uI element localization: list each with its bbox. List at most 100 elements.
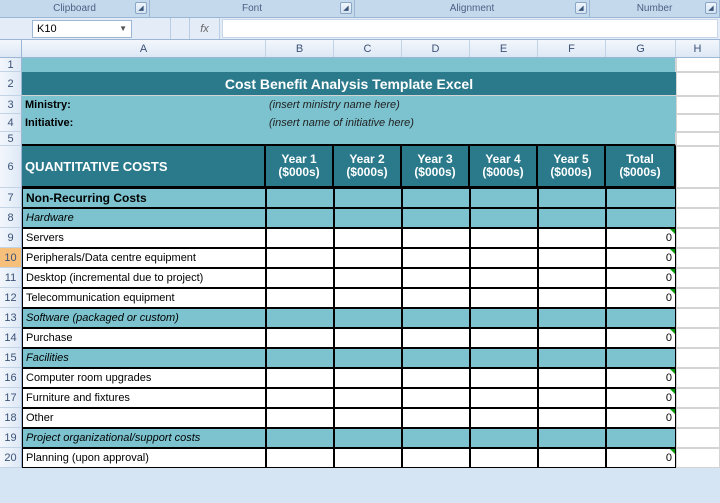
cell[interactable] bbox=[402, 448, 470, 468]
cell[interactable] bbox=[538, 388, 606, 408]
cell[interactable] bbox=[334, 268, 402, 288]
cell[interactable] bbox=[470, 288, 538, 308]
cell[interactable] bbox=[334, 208, 402, 228]
ministry-label[interactable]: Ministry: bbox=[22, 96, 266, 114]
cell[interactable] bbox=[676, 328, 720, 348]
cell[interactable] bbox=[538, 228, 606, 248]
row-header[interactable]: 1 bbox=[0, 58, 22, 72]
col-header-B[interactable]: B bbox=[266, 40, 334, 57]
dialog-launcher-icon[interactable]: ◢ bbox=[135, 2, 147, 14]
row-furniture[interactable]: Furniture and fixtures bbox=[22, 388, 266, 408]
row-telecom[interactable]: Telecommunication equipment bbox=[22, 288, 266, 308]
cell[interactable] bbox=[266, 208, 334, 228]
cell[interactable] bbox=[266, 328, 334, 348]
cell[interactable] bbox=[606, 58, 676, 72]
row-purchase[interactable]: Purchase bbox=[22, 328, 266, 348]
cell[interactable] bbox=[402, 208, 470, 228]
row-header[interactable]: 11 bbox=[0, 268, 22, 288]
cell[interactable] bbox=[676, 268, 720, 288]
cell[interactable] bbox=[676, 72, 720, 96]
total-servers[interactable]: 0 bbox=[606, 228, 676, 248]
col-header-D[interactable]: D bbox=[402, 40, 470, 57]
row-header[interactable]: 19 bbox=[0, 428, 22, 448]
cell[interactable] bbox=[334, 248, 402, 268]
cell[interactable] bbox=[266, 368, 334, 388]
cell[interactable] bbox=[334, 448, 402, 468]
cell[interactable] bbox=[676, 408, 720, 428]
row-servers[interactable]: Servers bbox=[22, 228, 266, 248]
cell[interactable] bbox=[538, 188, 606, 208]
category-facilities[interactable]: Facilities bbox=[22, 348, 266, 368]
cell[interactable] bbox=[676, 114, 720, 132]
col-header-G[interactable]: G bbox=[606, 40, 676, 57]
row-header[interactable]: 18 bbox=[0, 408, 22, 428]
subheader-non-recurring[interactable]: Non-Recurring Costs bbox=[22, 188, 266, 208]
col-header-H[interactable]: H bbox=[676, 40, 720, 57]
cell[interactable] bbox=[538, 248, 606, 268]
cell[interactable] bbox=[470, 388, 538, 408]
cell[interactable] bbox=[538, 408, 606, 428]
cell[interactable] bbox=[402, 188, 470, 208]
row-header[interactable]: 5 bbox=[0, 132, 22, 146]
cell[interactable] bbox=[538, 308, 606, 328]
cell[interactable] bbox=[538, 288, 606, 308]
cell[interactable] bbox=[266, 268, 334, 288]
row-header[interactable]: 7 bbox=[0, 188, 22, 208]
col-header-A[interactable]: A bbox=[22, 40, 266, 57]
cell[interactable] bbox=[676, 146, 720, 188]
category-hardware[interactable]: Hardware bbox=[22, 208, 266, 228]
dropdown-icon[interactable]: ▼ bbox=[119, 24, 127, 33]
row-header[interactable]: 8 bbox=[0, 208, 22, 228]
cell[interactable] bbox=[334, 428, 402, 448]
cell[interactable] bbox=[402, 388, 470, 408]
year-header[interactable]: Year 4 ($000s) bbox=[470, 146, 538, 188]
name-box[interactable]: K10 ▼ bbox=[32, 20, 132, 38]
cell[interactable] bbox=[402, 368, 470, 388]
row-computer-room[interactable]: Computer room upgrades bbox=[22, 368, 266, 388]
row-header[interactable]: 14 bbox=[0, 328, 22, 348]
cell[interactable] bbox=[22, 132, 676, 146]
cell[interactable] bbox=[470, 208, 538, 228]
cell[interactable] bbox=[266, 348, 334, 368]
cell[interactable] bbox=[470, 248, 538, 268]
cell[interactable] bbox=[470, 348, 538, 368]
cell[interactable] bbox=[334, 308, 402, 328]
cell[interactable] bbox=[266, 308, 334, 328]
ministry-value[interactable]: (insert ministry name here) bbox=[266, 96, 676, 114]
cell[interactable] bbox=[266, 428, 334, 448]
total-other[interactable]: 0 bbox=[606, 408, 676, 428]
cell[interactable] bbox=[470, 58, 538, 72]
initiative-value[interactable]: (insert name of initiative here) bbox=[266, 114, 676, 132]
total-planning[interactable]: 0 bbox=[606, 448, 676, 468]
initiative-label[interactable]: Initiative: bbox=[22, 114, 266, 132]
cell[interactable] bbox=[538, 268, 606, 288]
cell[interactable] bbox=[334, 408, 402, 428]
row-header[interactable]: 17 bbox=[0, 388, 22, 408]
row-header[interactable]: 15 bbox=[0, 348, 22, 368]
cell[interactable] bbox=[402, 288, 470, 308]
row-header[interactable]: 4 bbox=[0, 114, 22, 132]
cell[interactable] bbox=[334, 58, 402, 72]
cell[interactable] bbox=[266, 408, 334, 428]
year-header[interactable]: Year 5 ($000s) bbox=[538, 146, 606, 188]
cell[interactable] bbox=[334, 348, 402, 368]
cell[interactable] bbox=[538, 208, 606, 228]
cell[interactable] bbox=[334, 188, 402, 208]
cell[interactable] bbox=[402, 248, 470, 268]
row-desktop[interactable]: Desktop (incremental due to project) bbox=[22, 268, 266, 288]
cell[interactable] bbox=[538, 448, 606, 468]
dialog-launcher-icon[interactable]: ◢ bbox=[575, 2, 587, 14]
cell[interactable] bbox=[22, 58, 266, 72]
cell[interactable] bbox=[334, 368, 402, 388]
cell[interactable] bbox=[538, 58, 606, 72]
total-computer-room[interactable]: 0 bbox=[606, 368, 676, 388]
row-header[interactable]: 2 bbox=[0, 72, 22, 96]
cell[interactable] bbox=[676, 388, 720, 408]
cell[interactable] bbox=[334, 328, 402, 348]
cell[interactable] bbox=[402, 328, 470, 348]
cell[interactable] bbox=[266, 448, 334, 468]
cell[interactable] bbox=[266, 58, 334, 72]
total-furniture[interactable]: 0 bbox=[606, 388, 676, 408]
year-header[interactable]: Total ($000s) bbox=[606, 146, 676, 188]
row-other[interactable]: Other bbox=[22, 408, 266, 428]
